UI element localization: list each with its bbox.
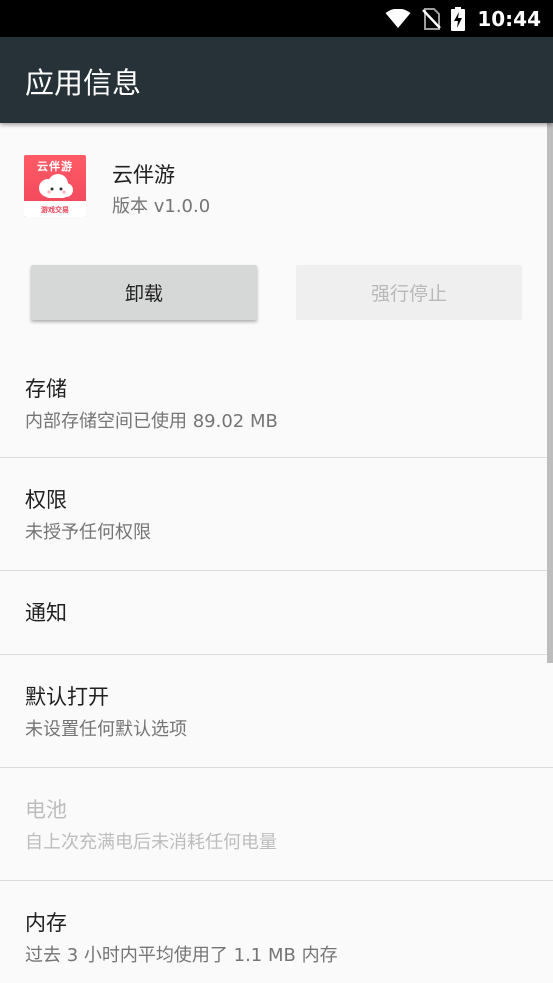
settings-item-summary: 未授予任何权限 — [25, 522, 151, 543]
page-title: 应用信息 — [25, 66, 142, 100]
no-sim-icon — [421, 7, 442, 30]
settings-item-title: 电池 — [25, 798, 67, 822]
settings-item-storage[interactable]: 存储 内部存储空间已使用 89.02 MB — [0, 351, 553, 457]
force-stop-button: 强行停止 — [296, 265, 522, 320]
wifi-icon — [385, 8, 411, 29]
battery-charging-icon — [451, 6, 466, 31]
settings-item-summary: 未设置任何默认选项 — [25, 719, 187, 740]
settings-item-summary: 过去 3 小时内平均使用了 1.1 MB 内存 — [25, 945, 338, 966]
cloud-icon — [39, 174, 73, 198]
settings-item-title: 通知 — [25, 601, 67, 625]
app-name: 云伴游 — [112, 163, 175, 187]
status-bar: 10:44 — [0, 0, 553, 37]
app-icon-top-text: 云伴游 — [37, 160, 73, 173]
settings-item-title: 默认打开 — [25, 685, 109, 709]
status-clock: 10:44 — [477, 6, 541, 31]
status-icons: 10:44 — [385, 0, 541, 37]
settings-item-title: 内存 — [25, 911, 67, 935]
app-icon-bottom-text: 游戏交易 — [41, 206, 69, 214]
settings-item-open-by-default[interactable]: 默认打开 未设置任何默认选项 — [0, 655, 553, 767]
settings-item-notifications[interactable]: 通知 — [0, 571, 553, 654]
uninstall-button[interactable]: 卸载 — [31, 265, 257, 320]
settings-item-title: 存储 — [25, 377, 67, 401]
app-info-content: 云伴游 游戏交易 云伴游 版本 v1.0.0 卸载 强行停止 存储 内部存储空间… — [0, 123, 553, 983]
scrollbar[interactable] — [547, 123, 553, 663]
app-bar: 应用信息 — [0, 37, 553, 123]
app-header: 云伴游 游戏交易 云伴游 版本 v1.0.0 — [0, 123, 553, 223]
settings-item-battery: 电池 自上次充满电后未消耗任何电量 — [0, 768, 553, 880]
settings-item-memory[interactable]: 内存 过去 3 小时内平均使用了 1.1 MB 内存 — [0, 881, 553, 983]
settings-item-summary: 自上次充满电后未消耗任何电量 — [25, 832, 277, 853]
app-version: 版本 v1.0.0 — [112, 196, 211, 217]
settings-item-summary: 内部存储空间已使用 89.02 MB — [25, 411, 278, 432]
settings-item-permissions[interactable]: 权限 未授予任何权限 — [0, 458, 553, 570]
settings-item-title: 权限 — [25, 488, 67, 512]
app-icon: 云伴游 游戏交易 — [24, 155, 86, 217]
